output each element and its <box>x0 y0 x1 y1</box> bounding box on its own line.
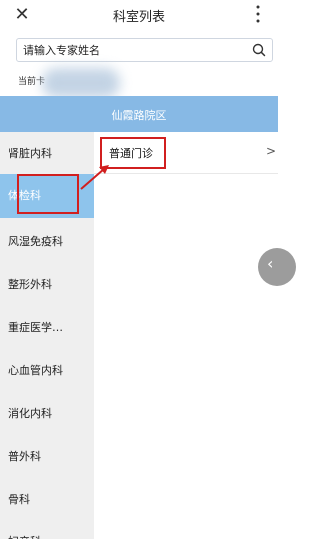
department-item[interactable]: 妇产科 <box>0 520 94 539</box>
chevron-right-icon: > <box>265 144 276 158</box>
search-input[interactable] <box>23 39 243 61</box>
clinic-panel <box>94 132 278 539</box>
annotation-highlight-box <box>17 174 79 214</box>
department-item[interactable]: 心血管内科 <box>0 349 94 393</box>
more-options-icon[interactable] <box>248 2 268 26</box>
hospital-name: 仙霞路院区 <box>111 109 167 122</box>
search-bar <box>16 38 273 62</box>
floating-action-button[interactable]: ‹ <box>258 248 296 286</box>
search-icon[interactable] <box>251 42 267 58</box>
department-item[interactable]: 风湿免疫科 <box>0 220 94 264</box>
department-item[interactable]: 整形外科 <box>0 263 94 307</box>
department-item[interactable]: 骨科 <box>0 478 94 522</box>
chevron-left-icon: ‹ <box>267 254 274 273</box>
hospital-header[interactable]: 仙霞路院区 <box>0 96 278 132</box>
top-bar: ✕ 科室列表 <box>0 0 278 32</box>
department-item[interactable]: 重症医学… <box>0 306 94 350</box>
annotation-arrow-icon <box>80 165 109 190</box>
department-item[interactable]: 普外科 <box>0 435 94 479</box>
current-card-label: 当前卡 <box>18 77 46 87</box>
page-title: 科室列表 <box>112 10 165 25</box>
department-item[interactable]: 消化内科 <box>0 392 94 436</box>
redacted-card-info <box>42 68 120 98</box>
